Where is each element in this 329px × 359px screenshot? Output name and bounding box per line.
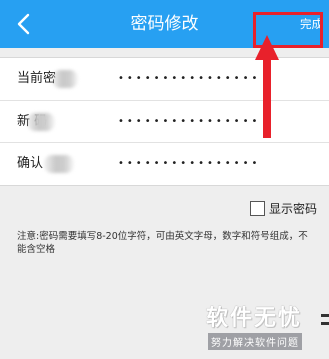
- edge-line: [321, 322, 329, 325]
- watermark-sub-text: 努力解决软件问题: [208, 333, 302, 350]
- watermark-logo: 软件无忧 努力解决软件问题: [206, 300, 326, 355]
- watermark-main-text: 软件无忧: [206, 306, 303, 331]
- edge-line: [321, 314, 329, 317]
